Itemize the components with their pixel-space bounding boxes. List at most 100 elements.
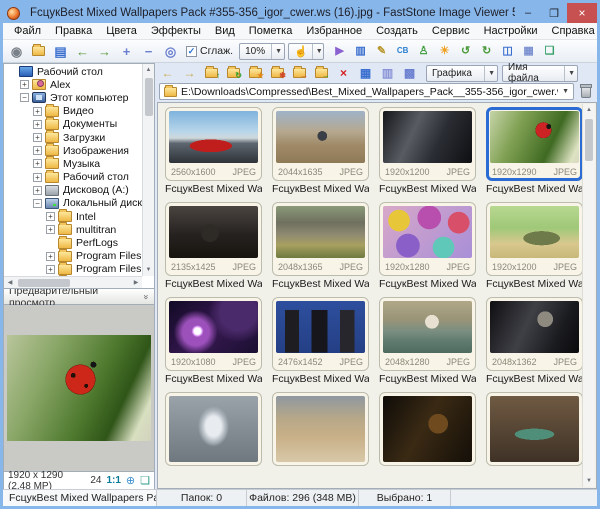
prev-image-icon[interactable]: ← bbox=[73, 42, 92, 60]
save-icon[interactable]: ▤ bbox=[51, 42, 70, 60]
thumbnail-item[interactable]: 1920x1280JPEGFсцукBest Mixed Wa... bbox=[379, 202, 476, 291]
compare-icon[interactable]: ◫ bbox=[499, 42, 516, 60]
tree-expander-icon[interactable]: + bbox=[46, 252, 55, 261]
tree-item[interactable]: PerfLogs bbox=[4, 236, 142, 249]
preview-panel-header[interactable]: Предварительный просмотр » bbox=[3, 289, 155, 305]
hand-tool-select[interactable]: ☝ ▼ bbox=[288, 43, 324, 60]
image-list-icon[interactable]: ▥ bbox=[352, 42, 369, 60]
menu-item[interactable]: Создать bbox=[369, 25, 425, 37]
tree-item[interactable]: +Документы bbox=[4, 118, 142, 131]
tree-item[interactable]: +Alex bbox=[4, 78, 142, 91]
thumbnail-card[interactable]: 2048x1362JPEG bbox=[486, 297, 582, 371]
collapse-chevron-icon[interactable]: » bbox=[141, 294, 151, 299]
scroll-down-icon[interactable]: ▼ bbox=[143, 264, 155, 276]
zoom-in-icon[interactable]: + bbox=[117, 42, 136, 60]
details-view-icon[interactable]: ▥ bbox=[379, 65, 396, 81]
scroll-up-icon[interactable]: ▲ bbox=[143, 64, 155, 76]
scroll-down-icon[interactable]: ▼ bbox=[583, 475, 595, 487]
tree-item[interactable]: +multitran bbox=[4, 223, 142, 236]
minimize-button[interactable]: – bbox=[515, 3, 541, 23]
menu-item[interactable]: Эффекты bbox=[144, 25, 208, 37]
tree-expander-icon[interactable]: + bbox=[46, 212, 55, 221]
tree-expander-icon[interactable]: + bbox=[33, 133, 42, 142]
thumbnail-card[interactable] bbox=[486, 392, 582, 466]
close-button[interactable]: × bbox=[567, 3, 597, 23]
tree-expander-icon[interactable]: + bbox=[33, 186, 42, 195]
thumbnail-card[interactable]: 1920x1280JPEG bbox=[379, 202, 476, 276]
tree-vertical-scrollbar[interactable]: ▲ ▼ bbox=[142, 64, 154, 276]
thumbnail-item[interactable]: 2048x1365JPEGFсцукBest Mixed Wa... bbox=[272, 202, 369, 291]
thumbnail-card[interactable]: 2048x1280JPEG bbox=[379, 297, 476, 371]
tree-item[interactable]: −Этот компьютер bbox=[4, 91, 142, 104]
tree-item[interactable]: +Дисковод (A:) bbox=[4, 184, 142, 197]
filter-select[interactable]: Графика ▼ bbox=[426, 65, 498, 82]
forward-icon[interactable]: → bbox=[181, 65, 198, 81]
tree-item[interactable]: Рабочий стол bbox=[4, 65, 142, 78]
menu-item[interactable]: Сервис bbox=[425, 25, 477, 37]
thumbnail-card[interactable]: 1920x1200JPEG bbox=[379, 107, 476, 181]
sort-select[interactable]: Имя файла ▼ bbox=[502, 65, 578, 82]
tree-expander-icon[interactable]: − bbox=[33, 199, 42, 208]
smoothing-checkbox[interactable]: ✓ Сглаж. bbox=[186, 45, 233, 57]
slideshow-icon[interactable]: ▶ bbox=[331, 42, 348, 60]
delete-icon[interactable]: × bbox=[335, 65, 352, 81]
thumbnail-size-icon[interactable]: ▦ bbox=[520, 42, 537, 60]
scroll-left-icon[interactable]: ◀ bbox=[4, 277, 16, 289]
maximize-button[interactable]: ❐ bbox=[541, 3, 567, 23]
tree-item[interactable]: +Видео bbox=[4, 105, 142, 118]
thumbnail-item[interactable] bbox=[379, 392, 476, 466]
thumbnail-card[interactable]: 2135x1425JPEG bbox=[165, 202, 262, 276]
tree-expander-icon[interactable]: + bbox=[33, 173, 42, 182]
selection-frame-icon[interactable]: ❏ bbox=[140, 474, 150, 487]
copy-to-folder-icon[interactable]: → bbox=[313, 65, 330, 81]
refresh-folder-icon[interactable]: ↻ bbox=[225, 65, 242, 81]
fit-window-icon[interactable]: ⊕ bbox=[126, 474, 135, 487]
scrollbar-thumb[interactable] bbox=[145, 78, 153, 116]
tree-item[interactable]: +Изображения bbox=[4, 144, 142, 157]
thumbnail-item[interactable]: 2135x1425JPEGFсцукBest Mixed Wa... bbox=[165, 202, 262, 291]
tree-expander-icon[interactable]: + bbox=[46, 225, 55, 234]
menu-item[interactable]: Правка bbox=[48, 25, 99, 37]
thumbnail-item[interactable]: 2560x1600JPEGFсцукBest Mixed Wa... bbox=[165, 107, 262, 196]
tree-item[interactable]: +Program Files bbox=[4, 250, 142, 263]
thumbnail-card[interactable] bbox=[165, 392, 262, 466]
red-eye-icon[interactable]: ♙ bbox=[415, 42, 432, 60]
favorites-folder-icon[interactable]: ★ bbox=[247, 65, 264, 81]
next-image-icon[interactable]: → bbox=[95, 42, 114, 60]
edit-image-icon[interactable]: ✎ bbox=[373, 42, 390, 60]
tree-expander-icon[interactable]: + bbox=[33, 146, 42, 155]
thumbnail-card[interactable]: 1920x1080JPEG bbox=[165, 297, 262, 371]
zoom-out-icon[interactable]: − bbox=[139, 42, 158, 60]
menu-item[interactable]: Вид bbox=[208, 25, 242, 37]
menu-item[interactable]: Цвета bbox=[99, 25, 144, 37]
zoom-select[interactable]: 10% ▼ bbox=[239, 43, 285, 60]
menu-item[interactable]: Избранное bbox=[299, 25, 369, 37]
scrollbar-thumb[interactable] bbox=[18, 279, 70, 287]
thumbnail-item[interactable] bbox=[165, 392, 262, 466]
move-to-folder-icon[interactable]: → bbox=[291, 65, 308, 81]
scroll-up-icon[interactable]: ▲ bbox=[583, 104, 595, 116]
open-file-icon[interactable] bbox=[29, 42, 48, 60]
tree-expander-icon[interactable]: + bbox=[33, 107, 42, 116]
menu-item[interactable]: Пометка bbox=[242, 25, 300, 37]
thumbnail-card[interactable]: 1920x1200JPEG bbox=[486, 202, 582, 276]
thumbnail-card[interactable]: 2044x1635JPEG bbox=[272, 107, 369, 181]
tree-item[interactable]: +Загрузки bbox=[4, 131, 142, 144]
thumbnail-item[interactable]: 1920x1200JPEGFсцукBest Mixed Wa... bbox=[486, 202, 582, 291]
rotate-left-icon[interactable]: ↺ bbox=[457, 42, 474, 60]
thumbnail-card[interactable]: 2476x1452JPEG bbox=[272, 297, 369, 371]
tree-expander-icon[interactable]: + bbox=[46, 265, 55, 274]
thumbnail-card[interactable] bbox=[379, 392, 476, 466]
thumbnail-item[interactable]: 1920x1290JPEGFсцукBest Mixed Wa... bbox=[486, 107, 582, 196]
thumbnails-view-icon[interactable]: ▦ bbox=[357, 65, 374, 81]
tree-item[interactable]: +Program Files (x86) bbox=[4, 263, 142, 276]
brightness-icon[interactable]: ☀ bbox=[436, 42, 453, 60]
thumbnail-card[interactable]: 2048x1365JPEG bbox=[272, 202, 369, 276]
thumbnail-item[interactable]: 2048x1362JPEGFсцукBest Mixed Wa... bbox=[486, 297, 582, 386]
thumbnail-item[interactable]: 2044x1635JPEGFсцукBest Mixed Wa... bbox=[272, 107, 369, 196]
capture-icon[interactable]: ◉ bbox=[7, 42, 26, 60]
tree-item[interactable]: −Локальный диск (C:) bbox=[4, 197, 142, 210]
thumbnail-card[interactable] bbox=[272, 392, 369, 466]
grid-vertical-scrollbar[interactable]: ▲ ▼ bbox=[582, 104, 595, 487]
tree-expander-icon[interactable]: + bbox=[20, 80, 29, 89]
